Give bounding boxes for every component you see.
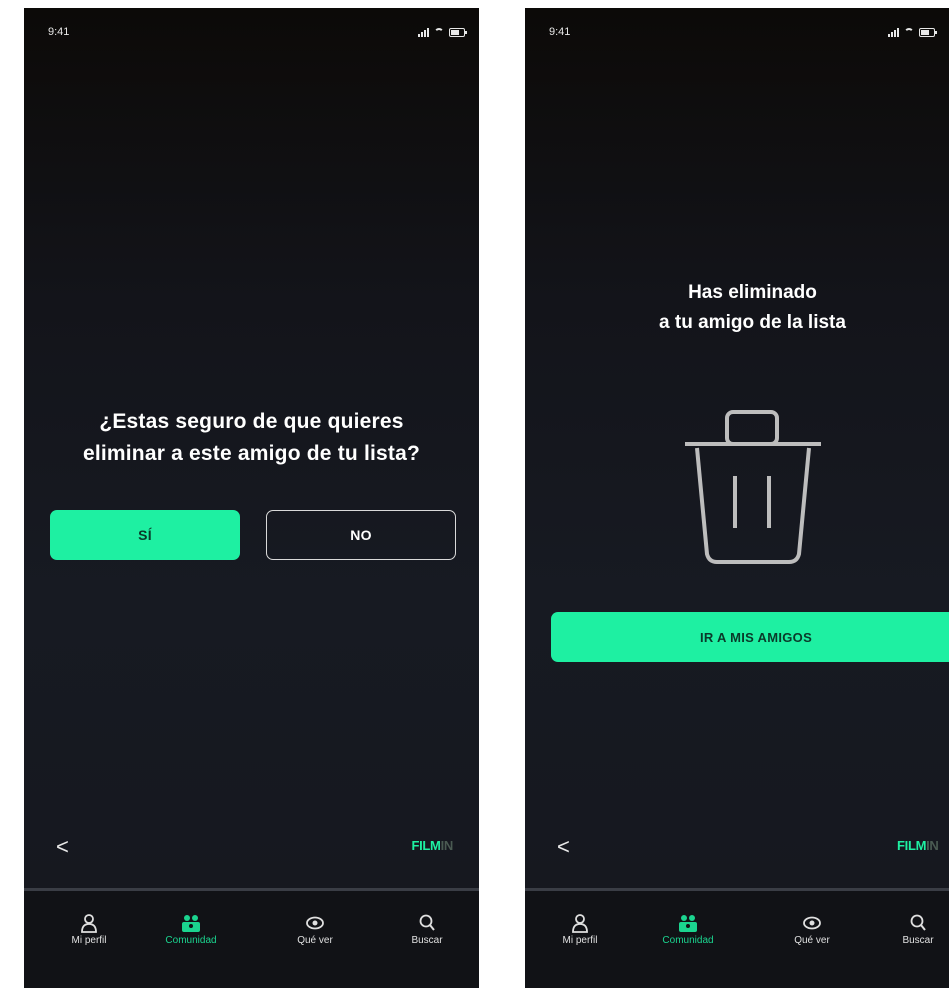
- search-icon: [419, 914, 435, 931]
- bottom-tab-bar: Mi perfil Comunidad Qué ver Buscar: [525, 888, 949, 988]
- confirm-delete-screen: 9:41 ¿Estas seguro de que quieres elimin…: [24, 8, 479, 988]
- wifi-icon: [904, 28, 914, 36]
- filmin-logo: FILMIN: [411, 838, 453, 853]
- search-icon: [910, 914, 926, 931]
- tab-buscar[interactable]: Buscar: [873, 913, 949, 946]
- community-icon: [679, 915, 697, 932]
- trash-icon: [685, 410, 821, 564]
- tab-que-ver[interactable]: Qué ver: [767, 913, 857, 946]
- status-time: 9:41: [48, 26, 70, 38]
- yes-button[interactable]: SÍ: [50, 510, 240, 560]
- tab-mi-perfil[interactable]: Mi perfil: [44, 913, 134, 946]
- no-button[interactable]: NO: [266, 510, 456, 560]
- tab-que-ver[interactable]: Qué ver: [270, 913, 360, 946]
- battery-icon: [449, 27, 467, 37]
- status-bar: 9:41: [549, 22, 937, 42]
- filmin-logo: FILMIN: [897, 838, 939, 853]
- back-icon[interactable]: <: [557, 834, 570, 860]
- tab-comunidad[interactable]: Comunidad: [146, 913, 236, 946]
- status-bar: 9:41: [48, 22, 467, 42]
- user-icon: [81, 914, 97, 933]
- back-icon[interactable]: <: [56, 834, 69, 860]
- eye-icon: [803, 916, 821, 930]
- eye-icon: [306, 916, 324, 930]
- go-to-friends-button[interactable]: IR A MIS AMIGOS: [551, 612, 949, 662]
- battery-icon: [919, 27, 937, 37]
- tab-comunidad[interactable]: Comunidad: [643, 913, 733, 946]
- status-time: 9:41: [549, 26, 571, 38]
- user-icon: [572, 914, 588, 933]
- confirm-question: ¿Estas seguro de que quieres eliminar a …: [82, 410, 421, 465]
- wifi-icon: [434, 28, 444, 36]
- tab-mi-perfil[interactable]: Mi perfil: [535, 913, 625, 946]
- community-icon: [182, 915, 200, 932]
- signal-icon: [418, 27, 429, 37]
- bottom-tab-bar: Mi perfil Comunidad Qué ver Buscar: [24, 888, 479, 988]
- removed-message: Has eliminado a tu amigo de la lista: [659, 282, 846, 333]
- tab-buscar[interactable]: Buscar: [382, 913, 472, 946]
- friend-removed-screen: 9:41 Has eliminado a tu amigo de la list…: [525, 8, 949, 988]
- signal-icon: [888, 27, 899, 37]
